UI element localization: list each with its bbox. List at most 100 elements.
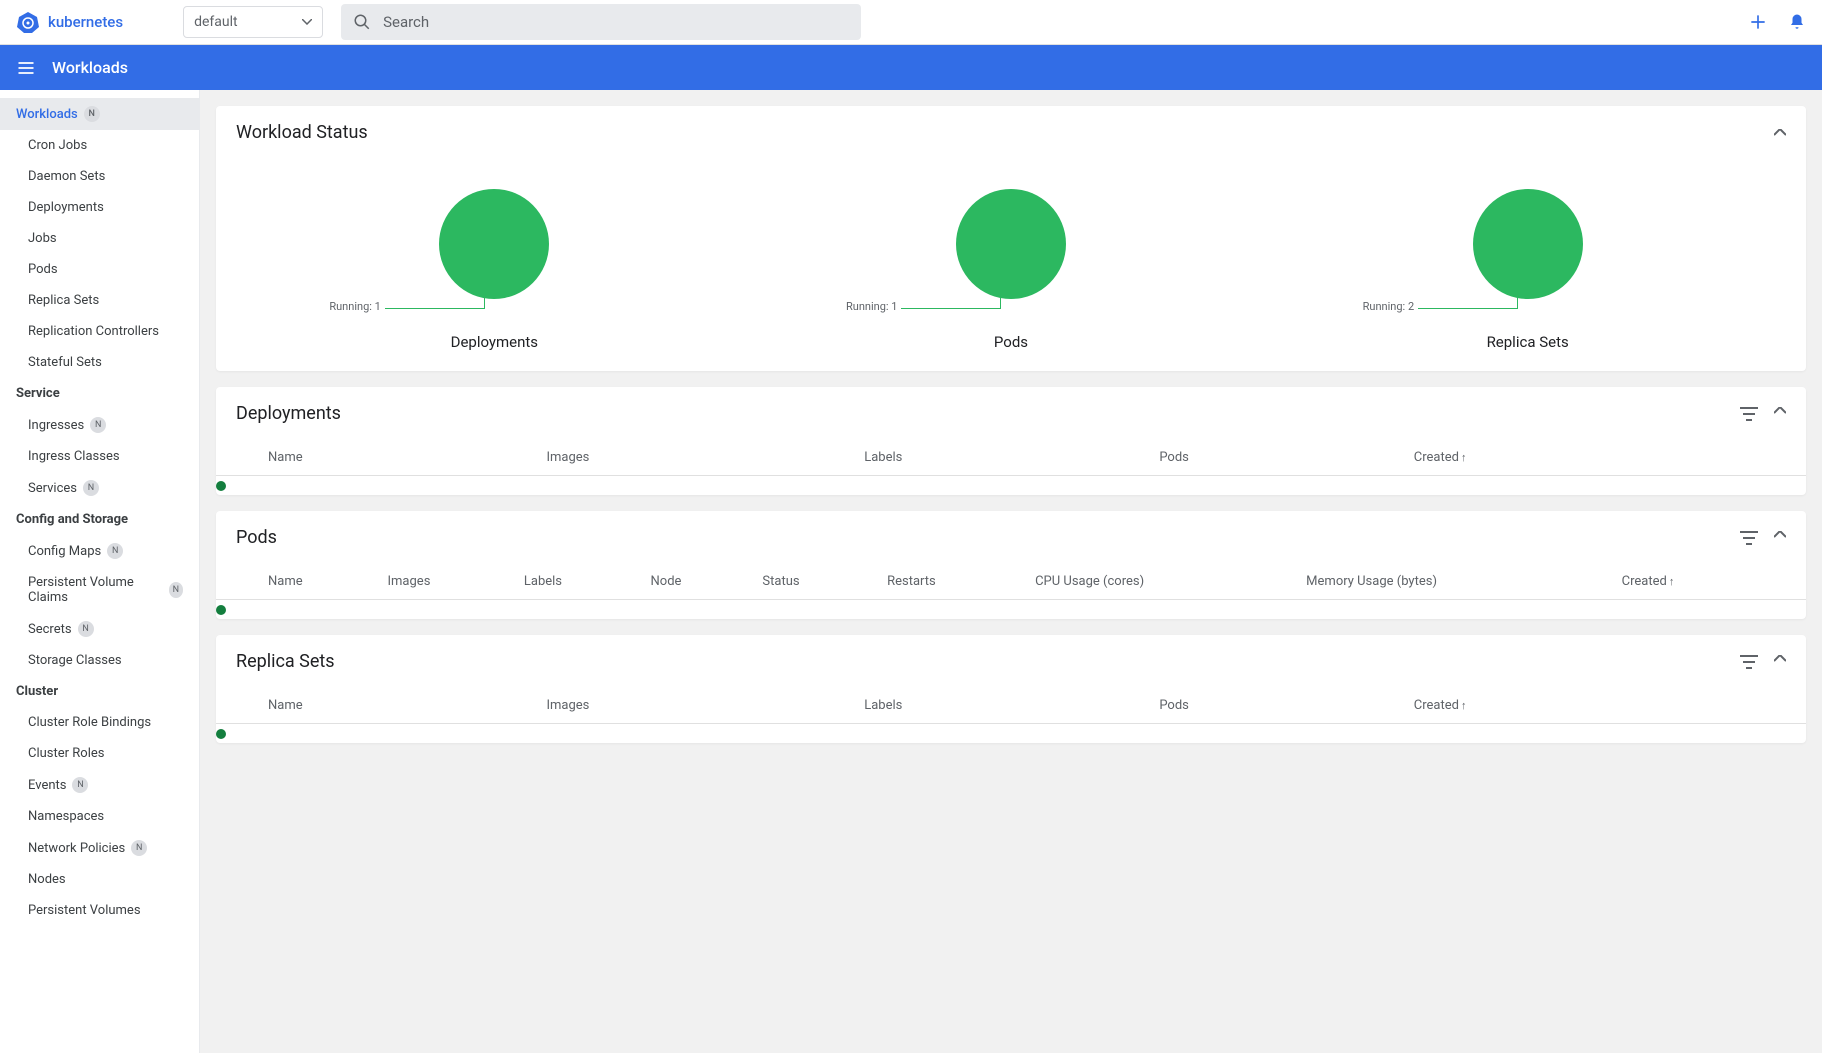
- collapse-button[interactable]: [1774, 129, 1786, 137]
- replicasets-table: Name Images Labels Pods Created↑: [216, 688, 1806, 743]
- chevron-down-icon: [302, 19, 312, 25]
- filter-button[interactable]: [1740, 531, 1758, 545]
- status-chart: Running: 1 Pods: [956, 189, 1066, 351]
- col-restarts[interactable]: Restarts: [875, 564, 1023, 600]
- topbar: kubernetes default Search: [0, 0, 1822, 45]
- card-title: Deployments: [236, 403, 341, 424]
- sidebar-item[interactable]: Storage Classes: [0, 645, 199, 676]
- search-icon: [353, 13, 371, 31]
- sidebar-item-label: Ingresses: [28, 418, 84, 433]
- card-title: Workload Status: [236, 122, 368, 143]
- sidebar-item[interactable]: IngressesN: [0, 409, 199, 441]
- sidebar-item[interactable]: Replica Sets: [0, 285, 199, 316]
- n-badge: N: [72, 777, 88, 793]
- col-cpu[interactable]: CPU Usage (cores): [1023, 564, 1294, 600]
- sidebar-item-label: Nodes: [28, 872, 66, 887]
- col-created[interactable]: Created↑: [1402, 440, 1766, 476]
- sidebar-item[interactable]: Deployments: [0, 192, 199, 223]
- namespace-select[interactable]: default: [183, 6, 323, 38]
- sidebar-item[interactable]: Secrets N: [0, 613, 199, 645]
- col-labels[interactable]: Labels: [512, 564, 639, 600]
- chevron-up-icon: [1774, 407, 1786, 415]
- status-dot-icon: [216, 729, 226, 739]
- collapse-button[interactable]: [1774, 407, 1786, 421]
- deployments-card: Deployments Name Images Labels Pods Crea…: [216, 387, 1806, 495]
- status-chart: Running: 1 Deployments: [439, 189, 549, 351]
- sidebar-item-label: Secrets: [28, 622, 72, 637]
- sidebar-item[interactable]: Jobs: [0, 223, 199, 254]
- search-placeholder: Search: [383, 13, 429, 31]
- pie-label: Running: 2: [1363, 300, 1415, 313]
- plus-icon: [1748, 12, 1768, 32]
- col-images[interactable]: Images: [376, 564, 512, 600]
- sidebar-item-label: Pods: [28, 262, 58, 277]
- sidebar-item[interactable]: Network PoliciesN: [0, 832, 199, 864]
- filter-icon: [1740, 655, 1758, 669]
- col-created[interactable]: Created↑: [1402, 688, 1766, 724]
- sidebar-item[interactable]: Cluster Role Bindings: [0, 707, 199, 738]
- col-status[interactable]: Status: [750, 564, 875, 600]
- sidebar-item[interactable]: Nodes: [0, 864, 199, 895]
- workload-status-card: Workload Status Running: 1 Deployments R…: [216, 106, 1806, 371]
- pie-label: Running: 1: [846, 300, 898, 313]
- deployments-table: Name Images Labels Pods Created↑: [216, 440, 1806, 495]
- pods-card: Pods Name Images Labels Node Status Rest…: [216, 511, 1806, 619]
- sidebar-item[interactable]: Cluster Roles: [0, 738, 199, 769]
- sidebar-item-label: Replication Controllers: [28, 324, 159, 339]
- n-badge: N: [83, 480, 99, 496]
- sidebar-item[interactable]: Stateful Sets: [0, 347, 199, 378]
- chevron-up-icon: [1774, 655, 1786, 663]
- col-created[interactable]: Created↑: [1610, 564, 1766, 600]
- col-name[interactable]: Name: [256, 440, 534, 476]
- main-content: Workload Status Running: 1 Deployments R…: [200, 90, 1822, 1053]
- sidebar-item-label: Deployments: [28, 200, 104, 215]
- menu-button[interactable]: [16, 58, 36, 78]
- notifications-button[interactable]: [1788, 13, 1806, 31]
- col-node[interactable]: Node: [639, 564, 751, 600]
- col-images[interactable]: Images: [534, 688, 852, 724]
- sidebar: Workloads N Cron JobsDaemon Sets Deployme…: [0, 90, 200, 1053]
- status-dot-icon: [216, 605, 226, 615]
- n-badge: N: [78, 621, 94, 637]
- col-images[interactable]: Images: [534, 440, 852, 476]
- n-badge: N: [84, 106, 100, 122]
- col-mem[interactable]: Memory Usage (bytes): [1294, 564, 1609, 600]
- search-input[interactable]: Search: [341, 4, 861, 40]
- filter-button[interactable]: [1740, 407, 1758, 421]
- logo[interactable]: kubernetes: [16, 10, 123, 34]
- sidebar-item[interactable]: Daemon Sets: [0, 161, 199, 192]
- collapse-button[interactable]: [1774, 531, 1786, 545]
- col-name[interactable]: Name: [256, 564, 376, 600]
- col-labels[interactable]: Labels: [852, 440, 1147, 476]
- sidebar-item[interactable]: Pods: [0, 254, 199, 285]
- sidebar-item[interactable]: Ingress Classes: [0, 441, 199, 472]
- sidebar-item[interactable]: Persistent Volume ClaimsN: [0, 567, 199, 613]
- chart-name: Deployments: [451, 333, 538, 351]
- breadcrumb-bar: Workloads: [0, 45, 1822, 90]
- sidebar-item[interactable]: Namespaces: [0, 801, 199, 832]
- brand-text: kubernetes: [48, 13, 123, 31]
- sidebar-item[interactable]: Persistent Volumes: [0, 895, 199, 926]
- sidebar-item[interactable]: Config MapsN: [0, 535, 199, 567]
- col-labels[interactable]: Labels: [852, 688, 1147, 724]
- page-title: Workloads: [52, 58, 128, 77]
- sidebar-item-label: Stateful Sets: [28, 355, 102, 370]
- collapse-button[interactable]: [1774, 655, 1786, 669]
- sidebar-item[interactable]: Cron Jobs: [0, 130, 199, 161]
- sidebar-item-label: Events: [28, 778, 66, 793]
- sidebar-item-label: Namespaces: [28, 809, 104, 824]
- col-pods[interactable]: Pods: [1147, 440, 1401, 476]
- sidebar-item-workloads[interactable]: Workloads N: [0, 98, 199, 130]
- kubernetes-logo-icon: [16, 10, 40, 34]
- col-name[interactable]: Name: [256, 688, 534, 724]
- chart-name: Pods: [994, 333, 1028, 351]
- hamburger-icon: [16, 58, 36, 78]
- sidebar-item-label: Cluster Roles: [28, 746, 104, 761]
- filter-button[interactable]: [1740, 655, 1758, 669]
- create-button[interactable]: [1748, 12, 1768, 32]
- sidebar-item[interactable]: Events N: [0, 769, 199, 801]
- chevron-up-icon: [1774, 531, 1786, 539]
- sidebar-item[interactable]: Replication Controllers: [0, 316, 199, 347]
- sidebar-item[interactable]: ServicesN: [0, 472, 199, 504]
- col-pods[interactable]: Pods: [1147, 688, 1401, 724]
